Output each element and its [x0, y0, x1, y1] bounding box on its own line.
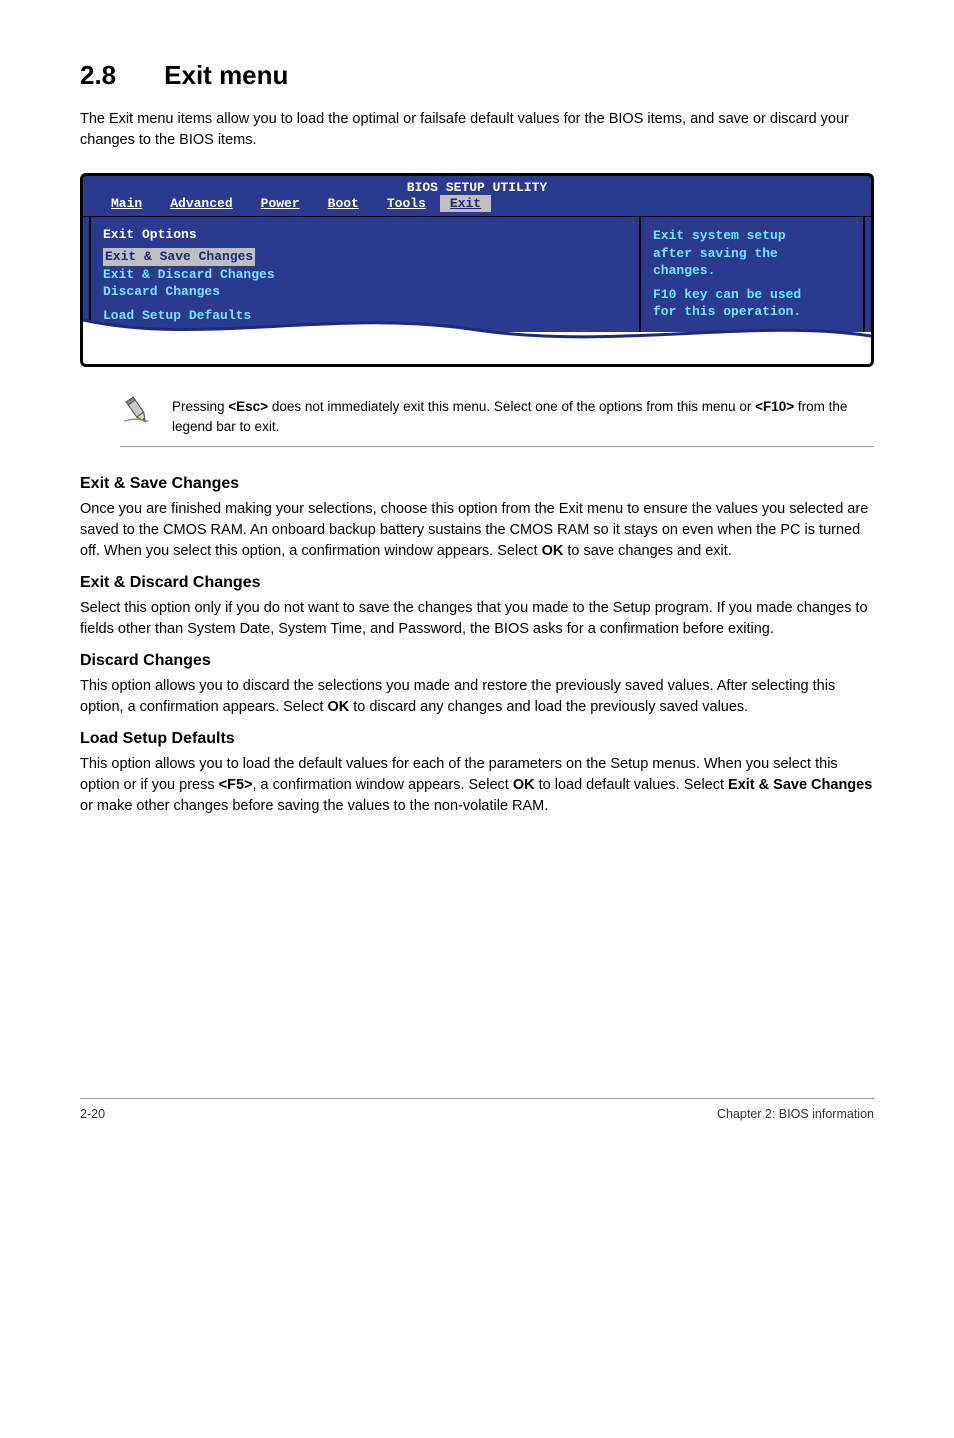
s1-body-b: to save changes and exit.	[563, 543, 731, 559]
s4-ok: OK	[513, 777, 535, 793]
sub-exit-save-body: Once you are finished making your select…	[80, 499, 874, 562]
sub-exit-discard-body: Select this option only if you do not wa…	[80, 598, 874, 640]
note-text: Pressing <Esc> does not immediately exit…	[172, 397, 874, 436]
pencil-note-icon	[120, 393, 154, 427]
s4-key-f5: <F5>	[219, 777, 253, 793]
bios-tab-tools[interactable]: Tools	[373, 195, 440, 212]
note-text-b: does not immediately exit this menu. Sel…	[268, 399, 755, 414]
bios-screenshot: BIOS SETUP UTILITY Main Advanced Power B…	[80, 173, 874, 367]
s3-ok: OK	[327, 699, 349, 715]
help-line-2: after saving the	[653, 245, 859, 263]
sub-discard-title: Discard Changes	[80, 652, 874, 670]
page-footer: 2-20 Chapter 2: BIOS information	[80, 1098, 874, 1121]
sub-discard-body: This option allows you to discard the se…	[80, 676, 874, 718]
footer-page-number: 2-20	[80, 1107, 105, 1121]
sub-exit-save-title: Exit & Save Changes	[80, 475, 874, 493]
s3-body-b: to discard any changes and load the prev…	[349, 699, 748, 715]
note-row: Pressing <Esc> does not immediately exit…	[120, 397, 874, 447]
exit-save-changes-option[interactable]: Exit & Save Changes	[103, 248, 255, 266]
note-key-esc: <Esc>	[228, 399, 268, 414]
s1-ok: OK	[542, 543, 564, 559]
s4-body-c: to load default values. Select	[535, 777, 728, 793]
section-heading: 2.8 Exit menu	[80, 60, 874, 91]
exit-options-heading: Exit Options	[103, 227, 625, 242]
help-line-3: changes.	[653, 262, 859, 280]
bios-tab-bar: Main Advanced Power Boot Tools Exit	[83, 195, 871, 216]
bios-tab-boot[interactable]: Boot	[314, 195, 373, 212]
note-key-f10: <F10>	[755, 399, 794, 414]
s4-exitsave: Exit & Save Changes	[728, 777, 872, 793]
bios-tab-advanced[interactable]: Advanced	[156, 195, 246, 212]
footer-chapter: Chapter 2: BIOS information	[717, 1107, 874, 1121]
s1-body-a: Once you are finished making your select…	[80, 501, 868, 559]
intro-paragraph: The Exit menu items allow you to load th…	[80, 109, 874, 151]
sub-load-defaults-title: Load Setup Defaults	[80, 730, 874, 748]
section-title-text: Exit menu	[164, 60, 288, 90]
bios-tab-power[interactable]: Power	[247, 195, 314, 212]
note-text-a: Pressing	[172, 399, 228, 414]
help-line-4: F10 key can be used	[653, 286, 859, 304]
discard-changes-option[interactable]: Discard Changes	[103, 283, 625, 301]
bios-tab-main[interactable]: Main	[97, 195, 156, 212]
help-line-1: Exit system setup	[653, 227, 859, 245]
s4-body-d: or make other changes before saving the …	[80, 798, 548, 814]
sub-exit-discard-title: Exit & Discard Changes	[80, 574, 874, 592]
sub-load-defaults-body: This option allows you to load the defau…	[80, 754, 874, 817]
s4-body-b: , a confirmation window appears. Select	[253, 777, 513, 793]
exit-discard-changes-option[interactable]: Exit & Discard Changes	[103, 266, 625, 284]
bios-utility-title: BIOS SETUP UTILITY	[83, 176, 871, 195]
bios-torn-edge	[83, 332, 871, 364]
section-number: 2.8	[80, 60, 116, 91]
bios-tab-exit[interactable]: Exit	[440, 195, 491, 212]
